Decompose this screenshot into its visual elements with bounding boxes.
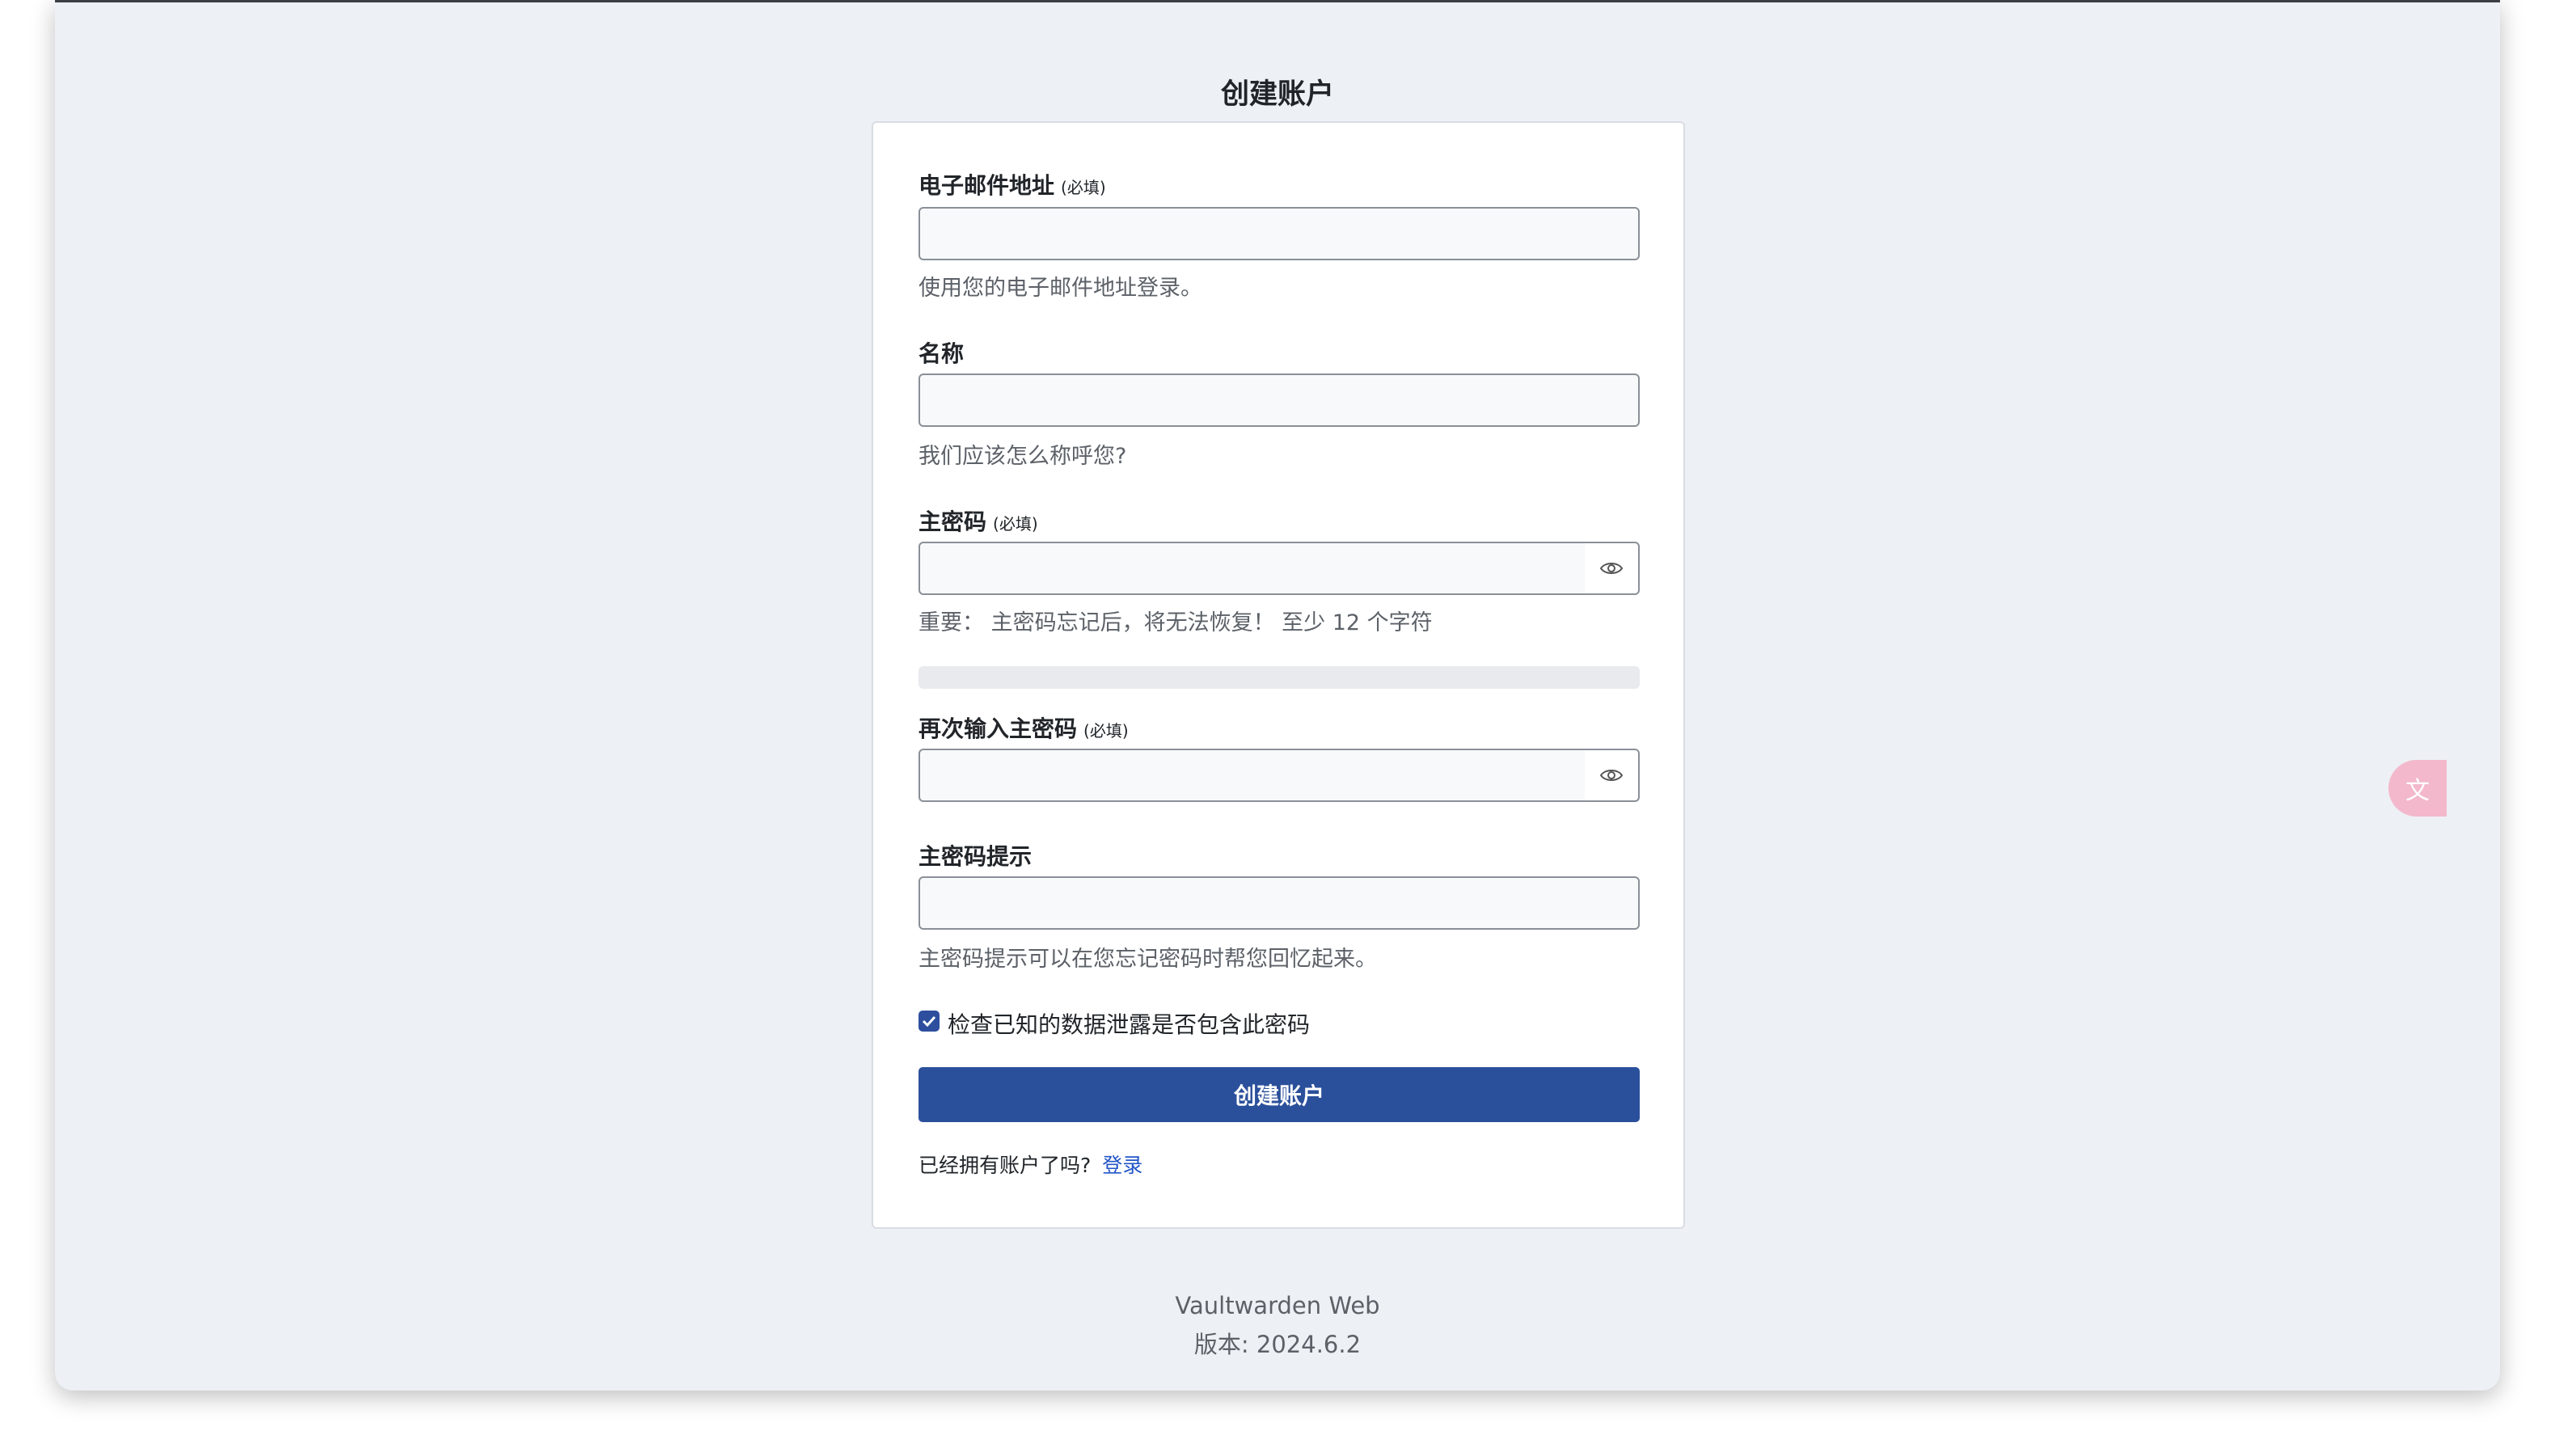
page-title: 创建账户 [1220, 78, 1334, 111]
window-top-border [55, 0, 2500, 2]
master-password-field[interactable] [919, 542, 1586, 595]
password-strength-meter [919, 666, 1640, 689]
login-prompt: 已经拥有账户了吗? 登录 [919, 1150, 1142, 1179]
master-password-label-text: 主密码 [919, 509, 987, 535]
retype-password-field[interactable] [919, 749, 1586, 802]
toggle-master-password-visibility-button[interactable] [1585, 542, 1640, 595]
password-hint-help-text: 主密码提示可以在您忘记密码时帮您回忆起来。 [919, 947, 1377, 972]
login-link[interactable]: 登录 [1102, 1154, 1142, 1177]
footer-app-name: Vaultwarden Web [1175, 1292, 1380, 1319]
master-password-label: 主密码 (必填) [919, 504, 1038, 537]
translate-icon: 文 [2405, 777, 2430, 805]
password-hint-label: 主密码提示 [919, 843, 1033, 870]
email-label-text: 电子邮件地址 [919, 172, 1055, 199]
footer-version: 版本: 2024.6.2 [1193, 1331, 1362, 1358]
browser-window: 创建账户 电子邮件地址 (必填) 使用您的电子邮件地址登录。 名称 我们应该怎么称… [55, 0, 2500, 1391]
password-hint-field[interactable] [919, 876, 1640, 930]
create-account-button[interactable]: 创建账户 [919, 1067, 1640, 1122]
retype-password-label-text: 再次输入主密码 [919, 715, 1078, 742]
breach-check-checkbox[interactable] [919, 1011, 940, 1032]
check-icon [922, 1015, 936, 1027]
login-prompt-text: 已经拥有账户了吗? [919, 1154, 1092, 1177]
name-field[interactable] [919, 373, 1640, 427]
retype-password-label: 再次输入主密码 (必填) [919, 711, 1129, 744]
email-label: 电子邮件地址 (必填) [919, 168, 1106, 200]
breach-check-label[interactable]: 检查已知的数据泄露是否包含此密码 [948, 1007, 1310, 1040]
retype-password-required-tag: (必填) [1083, 721, 1129, 741]
email-help-text: 使用您的电子邮件地址登录。 [919, 276, 1202, 301]
eye-icon [1599, 770, 1624, 781]
master-password-required-tag: (必填) [993, 514, 1038, 534]
name-label: 名称 [919, 340, 965, 367]
eye-icon [1599, 563, 1624, 574]
translate-extension-button[interactable]: 文 [2388, 760, 2447, 817]
toggle-retype-password-visibility-button[interactable] [1585, 749, 1640, 802]
register-form-card: 电子邮件地址 (必填) 使用您的电子邮件地址登录。 名称 我们应该怎么称呼您? 主… [872, 121, 1685, 1229]
email-field[interactable] [919, 207, 1640, 260]
master-password-help-text: 重要： 主密码忘记后，将无法恢复！ 至少 12 个字符 [919, 610, 1433, 635]
name-help-text: 我们应该怎么称呼您? [919, 444, 1127, 469]
email-required-tag: (必填) [1061, 178, 1106, 197]
